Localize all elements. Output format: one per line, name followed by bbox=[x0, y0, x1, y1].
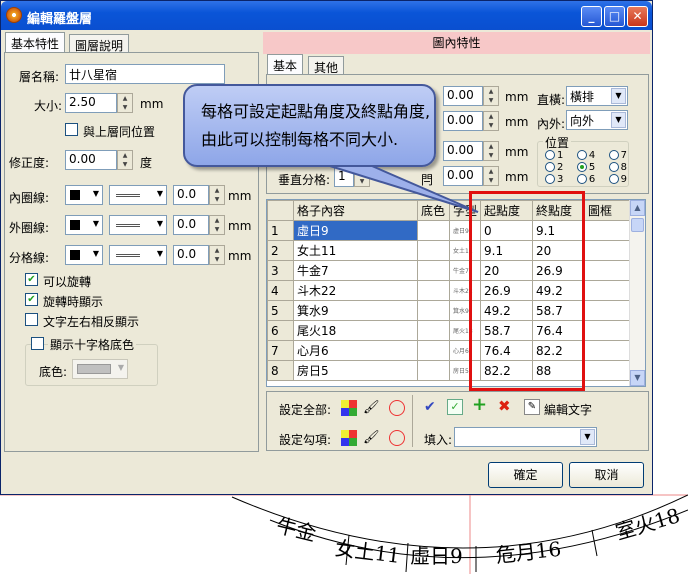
degree-columns-highlight bbox=[469, 191, 585, 391]
